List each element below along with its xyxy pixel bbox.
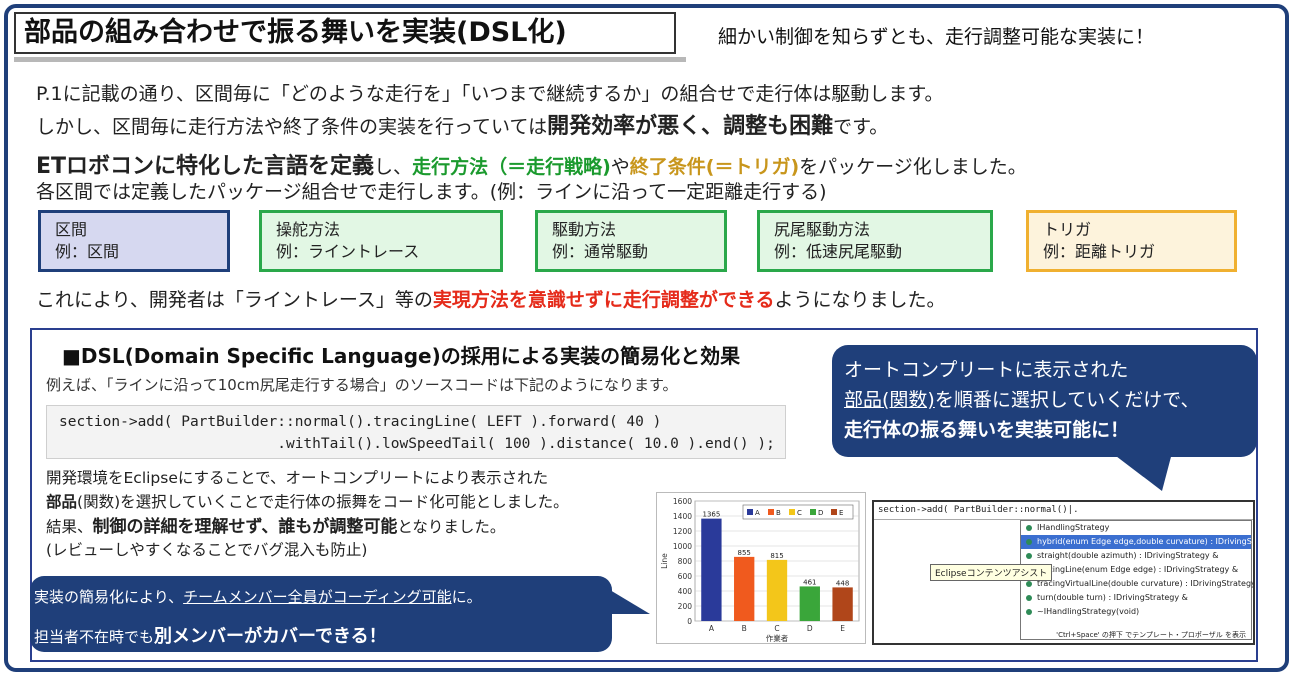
- package-example: 例：距離トリガ: [1043, 242, 1156, 261]
- chart-legend-swatch: [831, 509, 837, 515]
- chart-y-tick-label: 0: [687, 617, 692, 626]
- result-line: これにより、開発者は「ライントレース」等の実現方法を意識せずに走行調整ができるよ…: [36, 289, 946, 311]
- page-subtitle: 細かい制御を知らずとも、走行調整可能な実装に！: [718, 26, 1155, 48]
- package-name: 駆動方法: [552, 220, 617, 239]
- package-name: 尻尾駆動方法: [774, 220, 871, 239]
- chart-bar: [799, 586, 820, 621]
- chart-x-tick-label: B: [742, 624, 747, 633]
- chart-y-tick-label: 1400: [673, 512, 692, 521]
- chart-y-tick-label: 1600: [673, 497, 692, 506]
- callout-left-line-1: 実装の簡易化により、チームメンバー全員がコーディング可能に。: [34, 588, 482, 606]
- code-sample: section->add( PartBuilder::normal().trac…: [46, 405, 786, 459]
- chart-x-axis-label: 作業者: [766, 633, 789, 643]
- autocomplete-item[interactable]: turn(double turn) : IDrivingStrategy &: [1021, 591, 1251, 605]
- intro-line-2: しかし、区間毎に走行方法や終了条件の実装を行っていては開発効率が悪く、調整も困難…: [36, 114, 889, 139]
- callout-right-line-2: 部品(関数)を順番に選択していくだけで、: [844, 389, 1200, 411]
- chart-y-tick-label: 1000: [673, 542, 692, 551]
- chart-legend-swatch: [810, 509, 816, 515]
- chart-bar: [832, 587, 853, 621]
- chart-y-tick-label: 600: [678, 572, 693, 581]
- method-icon: [1026, 595, 1032, 601]
- method-icon: [1026, 581, 1032, 587]
- chart-legend-label: C: [797, 509, 802, 517]
- autocomplete-item[interactable]: straight(double azimuth) : IDrivingStrat…: [1021, 549, 1251, 563]
- package-tail-drive: 尻尾駆動方法 例：低速尻尾駆動: [757, 210, 993, 272]
- title-box: 部品の組み合わせで振る舞いを実装(DSL化): [14, 12, 686, 62]
- chart-data-label: 815: [770, 552, 783, 560]
- chart-y-axis-label: Line: [660, 553, 669, 569]
- callout-left-tail: [600, 584, 650, 614]
- chart-y-tick-label: 200: [678, 602, 693, 611]
- intro-line-1: P.1に記載の通り、区間毎に「どのような走行を」「いつまで継続するか」の組合せで…: [36, 83, 944, 105]
- dsl-body-2: 部品(関数)を選択していくことで走行体の振舞をコード化可能としました。: [46, 493, 569, 511]
- eclipse-code-line: section->add( PartBuilder::normal()|.: [874, 502, 1253, 520]
- package-name: 区間: [55, 220, 88, 239]
- chart-y-tick-label: 800: [678, 557, 693, 566]
- chart-data-label: 1365: [702, 511, 720, 519]
- package-trigger: トリガ 例：距離トリガ: [1026, 210, 1237, 272]
- method-icon: [1026, 553, 1032, 559]
- chart-bar: [701, 518, 722, 621]
- chart-legend-swatch: [768, 509, 774, 515]
- bar-chart-svg: 0 200 400 600 800 1000 1200 1400 1600 1365 A 855 B 81…: [660, 497, 860, 643]
- callout-left-line-2: 担当者不在時でも別メンバーがカバーできる！: [34, 626, 387, 647]
- chart-legend-swatch: [789, 509, 795, 515]
- package-drive: 駆動方法 例：通常駆動: [535, 210, 727, 272]
- autocomplete-item[interactable]: ~IHandlingStrategy(void): [1021, 605, 1251, 619]
- callout-left: 実装の簡易化により、チームメンバー全員がコーディング可能に。 担当者不在時でも別…: [30, 576, 650, 652]
- chart-y-tick-label: 400: [678, 587, 693, 596]
- chart-bar: [734, 556, 755, 621]
- chart-legend-label: A: [755, 509, 760, 517]
- package-example: 例：区間: [55, 242, 120, 261]
- intro-line-4: 各区間では定義したパッケージ組合せで走行します。(例：ラインに沿って一定距離走行…: [36, 181, 827, 203]
- callout-right-line-3: 走行体の振る舞いを実装可能に！: [844, 419, 1130, 441]
- chart-legend-label: D: [818, 509, 823, 517]
- autocomplete-popup: IHandlingStrategy hybrid(enum Edge edge,…: [1020, 520, 1253, 640]
- package-example: 例：ライントレース: [276, 242, 420, 261]
- intro-line-3: ETロボコンに特化した言語を定義し、走行方法（＝走行戦略)や終了条件(＝トリガ)…: [36, 154, 1027, 179]
- chart-x-tick-label: C: [774, 624, 779, 633]
- package-steering: 操舵方法 例：ライントレース: [259, 210, 503, 272]
- chart-legend-label: B: [776, 509, 781, 517]
- package-name: トリガ: [1043, 220, 1092, 239]
- chart-bar: [766, 559, 788, 621]
- callout-right-line-1: オートコンプリートに表示された: [844, 359, 1129, 381]
- chart-legend-label: E: [839, 509, 843, 517]
- chart-x-tick-label: E: [840, 624, 845, 633]
- autocomplete-item[interactable]: IHandlingStrategy: [1021, 521, 1251, 535]
- dsl-body-3: 結果、制御の詳細を理解せず、誰もが調整可能となりました。: [46, 517, 506, 537]
- autocomplete-item[interactable]: tracingVirtualLine(double curvature) : I…: [1021, 577, 1253, 591]
- method-icon: [1026, 525, 1032, 531]
- dsl-body-1: 開発環境をEclipseにすることで、オートコンプリートにより表示された: [46, 469, 549, 487]
- chart-data-label: 461: [803, 578, 816, 586]
- bar-chart: 0 200 400 600 800 1000 1200 1400 1600 1365 A 855 B 81…: [656, 492, 866, 644]
- method-icon: [1026, 609, 1032, 615]
- chart-data-label: 448: [836, 579, 849, 587]
- page-title: 部品の組み合わせで振る舞いを実装(DSL化): [14, 12, 676, 54]
- method-icon: [1026, 539, 1032, 545]
- autocomplete-item-selected[interactable]: hybrid(enum Edge edge,double curvature) …: [1021, 535, 1253, 549]
- package-section: 区間 例：区間: [38, 210, 230, 272]
- eclipse-footer: 'Ctrl+Space' の押下 でテンプレート・プロポーザル を表示: [1056, 631, 1246, 639]
- package-example: 例：低速尻尾駆動: [774, 242, 903, 261]
- chart-data-label: 855: [738, 549, 751, 557]
- callout-right-tail: [1112, 453, 1172, 491]
- eclipse-screenshot: section->add( PartBuilder::normal()|. IH…: [872, 500, 1255, 645]
- package-name: 操舵方法: [276, 220, 341, 239]
- dsl-title: ■DSL(Domain Specific Language)の採用による実装の簡…: [62, 344, 741, 368]
- chart-y-tick-label: 1200: [673, 527, 692, 536]
- code-line-2: .withTail().lowSpeedTail( 100 ).distance…: [59, 436, 775, 452]
- autocomplete-item[interactable]: tracingLine(enum Edge edge) : IDrivingSt…: [1021, 563, 1251, 577]
- chart-x-tick-label: A: [709, 624, 715, 633]
- chart-x-tick-label: D: [807, 624, 813, 633]
- package-example: 例：通常駆動: [552, 242, 649, 261]
- code-line-1: section->add( PartBuilder::normal().trac…: [59, 414, 662, 430]
- callout-right: オートコンプリートに表示された 部品(関数)を順番に選択していくだけで、 走行体…: [832, 345, 1257, 491]
- dsl-body-4: (レビューしやすくなることでバグ混入も防止): [46, 541, 368, 559]
- eclipse-tooltip: Eclipseコンテンツアシスト: [930, 564, 1053, 581]
- chart-legend-swatch: [747, 509, 753, 515]
- dsl-subtitle: 例えば、「ラインに沿って10cm尻尾走行する場合」のソースコードは下記のようにな…: [46, 376, 678, 394]
